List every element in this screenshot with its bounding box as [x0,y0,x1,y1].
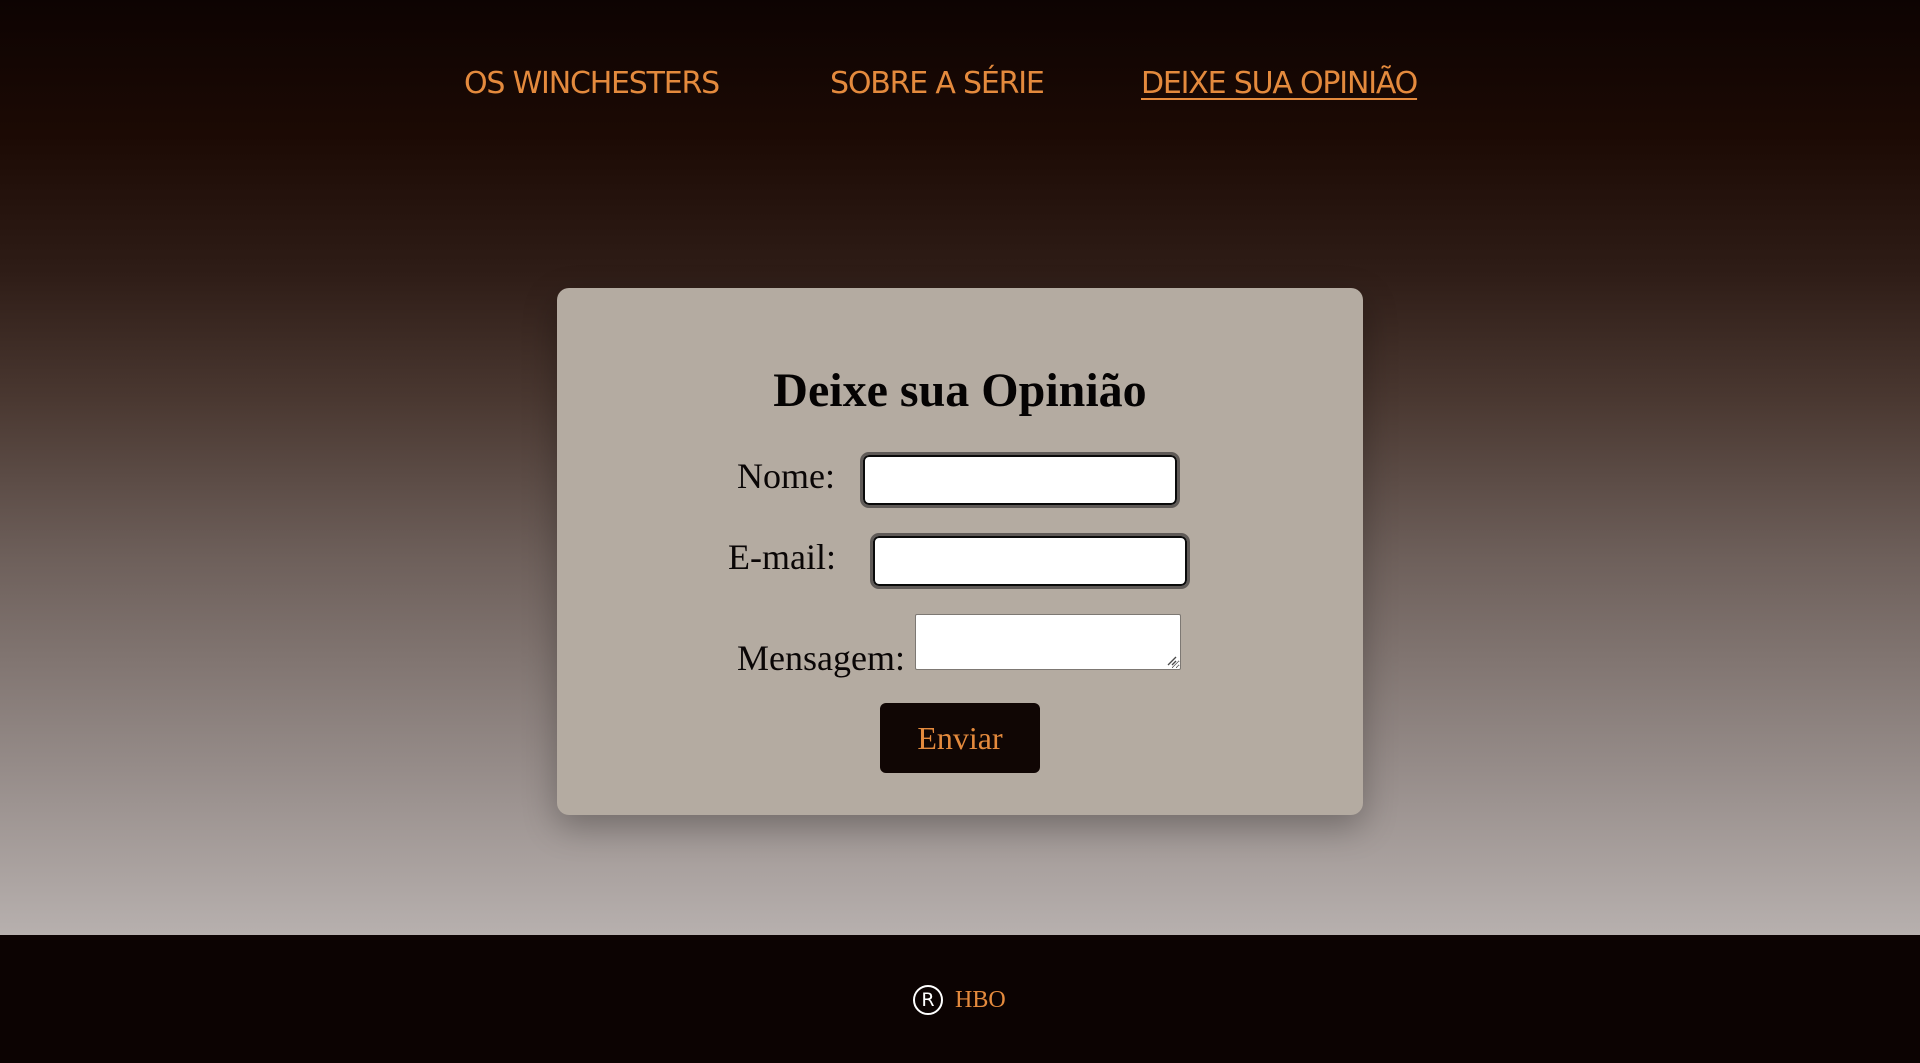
form-title: Deixe sua Opinião [773,364,1147,417]
email-input[interactable] [870,533,1190,589]
email-label: E-mail: [728,537,836,577]
submit-button[interactable]: Enviar [880,703,1040,773]
message-textarea[interactable] [915,614,1181,670]
nav-link-deixe-sua-opiniao[interactable]: DEIXE SUA OPINIÃO [1141,60,1418,108]
name-label: Nome: [737,456,835,496]
top-navigation: OS WINCHESTERS SOBRE A SÉRIE DEIXE SUA O… [0,0,1920,170]
opinion-form-card: Deixe sua Opinião Nome: E-mail: Mensagem… [557,288,1363,815]
registered-icon: R [913,985,943,1015]
resize-grip-icon[interactable] [1165,654,1177,666]
name-input[interactable] [860,452,1180,508]
nav-link-sobre-a-serie[interactable]: SOBRE A SÉRIE [830,60,1045,108]
footer-brand: HBO [955,987,1006,1013]
message-label: Mensagem: [737,638,905,678]
nav-link-os-winchesters[interactable]: OS WINCHESTERS [464,60,720,108]
